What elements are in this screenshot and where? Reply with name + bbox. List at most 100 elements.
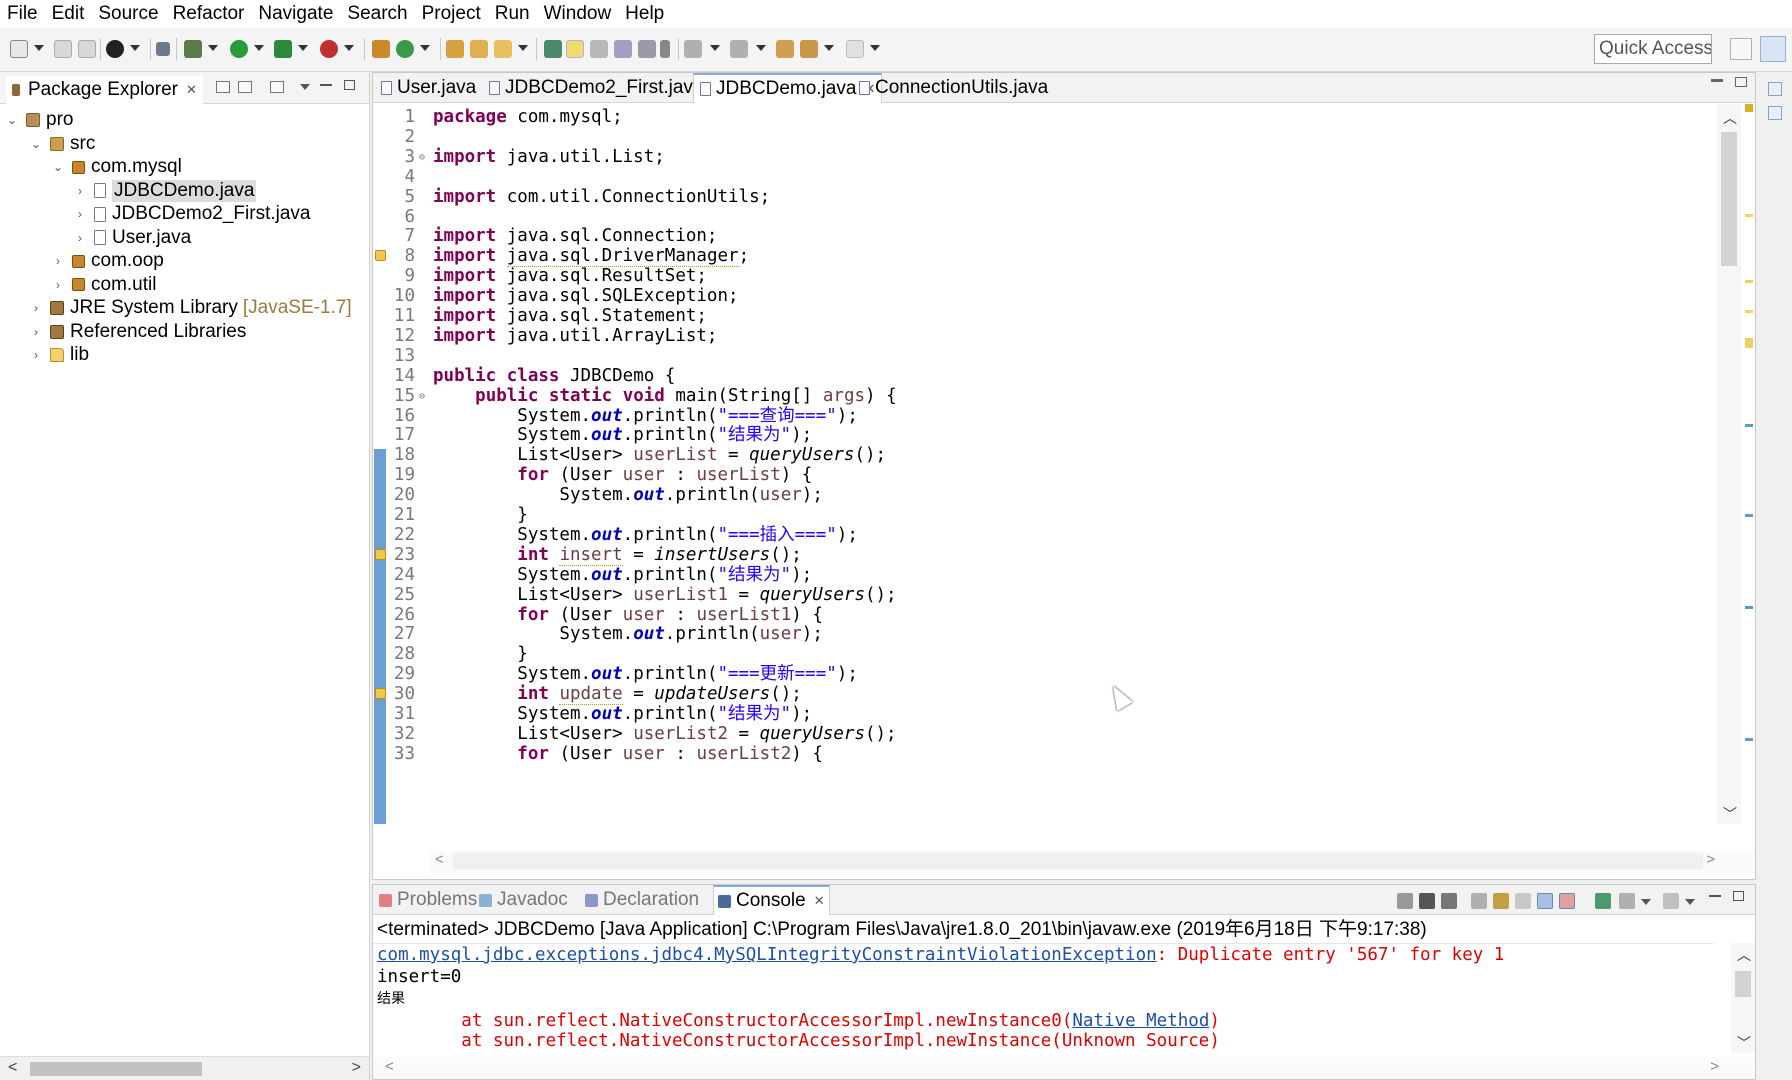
- search-dropdown-icon[interactable]: [518, 45, 528, 51]
- scroll-right-icon[interactable]: >: [1710, 1058, 1719, 1075]
- toggle-annotation-icon[interactable]: [544, 40, 562, 58]
- warning-icon[interactable]: [375, 250, 386, 262]
- external-tools-dropdown-icon[interactable]: [344, 45, 354, 51]
- display-console-dropdown-icon[interactable]: [1641, 899, 1651, 905]
- scroll-thumb[interactable]: [1721, 132, 1737, 266]
- new-class-dropdown-icon[interactable]: [420, 45, 430, 51]
- scroll-right-icon[interactable]: >: [352, 1059, 361, 1077]
- scroll-left-icon[interactable]: <: [385, 1058, 394, 1075]
- menu-edit[interactable]: Edit: [45, 0, 92, 28]
- scroll-down-icon[interactable]: ﹀: [1723, 804, 1737, 824]
- scroll-left-icon[interactable]: <: [435, 851, 444, 868]
- tree-item[interactable]: › User.java: [74, 225, 191, 251]
- open-console-icon[interactable]: [1663, 893, 1679, 909]
- last-edit-icon[interactable]: [776, 40, 794, 58]
- overview-mark[interactable]: [1745, 738, 1753, 741]
- editor-hscrollbar[interactable]: < >: [429, 851, 1755, 873]
- open-perspective-icon[interactable]: [1730, 38, 1752, 60]
- pin-console-icon[interactable]: [1595, 893, 1611, 909]
- overview-occurrence-mark[interactable]: [1745, 214, 1753, 217]
- overview-mark[interactable]: [1745, 606, 1753, 609]
- show-whitespace-icon[interactable]: [638, 40, 656, 58]
- tree-item[interactable]: ⌄ pro: [6, 107, 74, 133]
- maximize-icon[interactable]: [1735, 77, 1747, 87]
- tree-item[interactable]: › lib: [30, 342, 89, 368]
- forward-icon[interactable]: [846, 40, 864, 58]
- tree-item[interactable]: › Referenced Libraries: [30, 319, 246, 345]
- scroll-track[interactable]: [453, 853, 1703, 869]
- menu-help[interactable]: Help: [618, 0, 671, 28]
- menu-search[interactable]: Search: [340, 0, 414, 28]
- maximize-icon[interactable]: [344, 80, 355, 90]
- scroll-up-icon[interactable]: ︿: [1737, 945, 1751, 965]
- menu-source[interactable]: Source: [91, 0, 165, 28]
- tab-problems[interactable]: Problems: [375, 885, 481, 915]
- expand-icon[interactable]: ›: [74, 231, 86, 245]
- next-annotation-icon[interactable]: [684, 40, 702, 58]
- minimize-icon[interactable]: [1709, 895, 1721, 897]
- tab-jdbcdemo2-first-java[interactable]: JDBCDemo2_First.java: [483, 73, 710, 103]
- overview-warning-mark[interactable]: [1745, 104, 1753, 112]
- expand-icon[interactable]: ›: [30, 348, 42, 362]
- menu-file[interactable]: File: [0, 0, 45, 28]
- new-java-project-icon[interactable]: [372, 40, 390, 58]
- tree-item[interactable]: › JRE System Library [JavaSE-1.7]: [30, 295, 352, 321]
- menu-navigate[interactable]: Navigate: [251, 0, 340, 28]
- scroll-thumb[interactable]: [30, 1062, 202, 1076]
- tree-item[interactable]: › JDBCDemo.java: [74, 178, 257, 204]
- tab-console[interactable]: Console ✕: [713, 885, 830, 915]
- collapse-all-icon[interactable]: [216, 81, 230, 93]
- pilcrow-icon[interactable]: [660, 40, 670, 58]
- console-output[interactable]: com.mysql.jdbc.exceptions.jdbc4.MySQLInt…: [373, 943, 1713, 1053]
- show-on-stdout-icon[interactable]: [1537, 893, 1553, 909]
- next-annotation-dropdown-icon[interactable]: [710, 45, 720, 51]
- menu-project[interactable]: Project: [415, 0, 488, 28]
- tab-javadoc[interactable]: Javadoc: [475, 885, 572, 915]
- clear-console-icon[interactable]: [1471, 893, 1487, 909]
- expand-icon[interactable]: ›: [52, 278, 64, 292]
- forward-dropdown-icon[interactable]: [870, 45, 880, 51]
- expand-icon[interactable]: ›: [74, 207, 86, 221]
- maximize-icon[interactable]: [1733, 891, 1744, 901]
- tab-package-explorer[interactable]: Package Explorer ✕: [6, 76, 203, 104]
- fold-icon[interactable]: ⊖: [419, 146, 425, 169]
- save-icon[interactable]: [54, 40, 72, 58]
- collapse-icon[interactable]: ⌄: [30, 137, 42, 151]
- collapse-icon[interactable]: ⌄: [6, 113, 18, 127]
- word-wrap-icon[interactable]: [1515, 893, 1531, 909]
- exception-link[interactable]: com.mysql.jdbc.exceptions.jdbc4.MySQLInt…: [377, 945, 1157, 965]
- tree-item[interactable]: ⌄ src: [30, 131, 95, 157]
- word-wrap-icon[interactable]: [590, 40, 608, 58]
- scroll-left-icon[interactable]: <: [8, 1059, 17, 1077]
- menu-window[interactable]: Window: [537, 0, 619, 28]
- minimize-icon[interactable]: [320, 84, 332, 86]
- tab-user-java[interactable]: User.java: [375, 73, 482, 103]
- coverage-dropdown-icon[interactable]: [298, 45, 308, 51]
- overview-occurrence-mark[interactable]: [1745, 280, 1753, 283]
- scroll-lock-icon[interactable]: [1493, 893, 1509, 909]
- terminate-icon[interactable]: [1397, 893, 1413, 909]
- scroll-thumb[interactable]: [1735, 971, 1751, 997]
- previous-annotation-icon[interactable]: [730, 40, 748, 58]
- filter-icon[interactable]: [270, 81, 284, 93]
- new-java-class-icon[interactable]: [396, 40, 414, 58]
- scroll-down-icon[interactable]: ﹀: [1737, 1033, 1751, 1053]
- fold-icon[interactable]: ⊖: [419, 385, 425, 408]
- scroll-up-icon[interactable]: ︿: [1723, 108, 1737, 128]
- tree-item[interactable]: › com.util: [52, 272, 156, 298]
- display-console-icon[interactable]: [1619, 893, 1635, 909]
- back-dropdown-icon[interactable]: [824, 45, 834, 51]
- warning-icon[interactable]: [375, 688, 386, 700]
- debug-dropdown-icon[interactable]: [208, 45, 218, 51]
- collapse-icon[interactable]: ⌄: [52, 160, 64, 174]
- show-on-stderr-icon[interactable]: [1559, 893, 1575, 909]
- package-explorer-hscrollbar[interactable]: < >: [0, 1056, 369, 1080]
- expand-icon[interactable]: ›: [52, 254, 64, 268]
- debug-target-icon[interactable]: [106, 40, 124, 58]
- minimize-icon[interactable]: [1711, 79, 1723, 82]
- native-method-link[interactable]: Native Method: [1072, 1011, 1209, 1031]
- console-vscrollbar[interactable]: ︿ ﹀: [1731, 943, 1755, 1053]
- editor-vscrollbar[interactable]: ︿ ﹀: [1717, 104, 1741, 824]
- debug-icon[interactable]: [184, 40, 202, 58]
- skip-breakpoints-icon[interactable]: [156, 42, 170, 56]
